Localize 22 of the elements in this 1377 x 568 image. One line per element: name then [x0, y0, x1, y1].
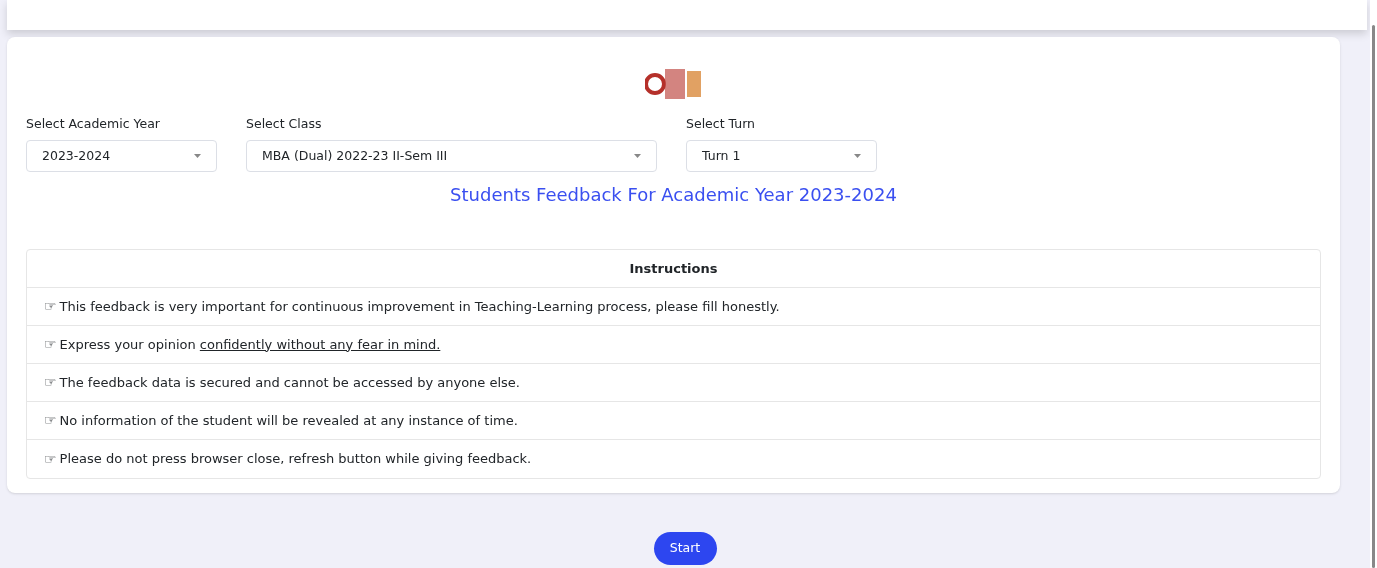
pointing-hand-icon: ☞	[44, 372, 57, 393]
pointing-hand-icon: ☞	[44, 448, 57, 470]
instruction-text: Express your opinion confidently without any fear in mind.	[59, 335, 441, 354]
start-button[interactable]: Start	[653, 532, 717, 565]
field-label: Select Turn	[686, 115, 757, 133]
table-header: Instructions	[27, 250, 1320, 288]
caret-icon	[854, 154, 861, 158]
select-field[interactable]: 2023-2024	[26, 140, 217, 172]
instruction-text: No information of the student will be revealed at any instance of time.	[59, 411, 518, 430]
field-label: Select Class	[246, 115, 323, 133]
pointing-hand-icon: ☞	[44, 410, 57, 431]
instruction-text: Please do not press browser close, refresh button while giving feedback.	[59, 450, 532, 469]
select-field[interactable]: Turn 1	[686, 140, 877, 172]
field-label: Select Academic Year	[26, 115, 161, 133]
pointing-hand-icon: ☞	[44, 296, 57, 317]
instruction-text: This feedback is very important for continuous improvement in Teaching-Learning process, please fill honestly.	[59, 297, 780, 316]
page-heading: Students Feedback For Academic Year 2023-2024	[450, 183, 897, 207]
pointing-hand-icon: ☞	[44, 334, 57, 355]
caret-icon	[194, 154, 201, 158]
caret-icon	[634, 154, 641, 158]
instruction-text: The feedback data is secured and cannot be accessed by anyone else.	[59, 373, 520, 392]
select-field[interactable]: MBA (Dual) 2022-23 II-Sem III	[246, 140, 657, 172]
